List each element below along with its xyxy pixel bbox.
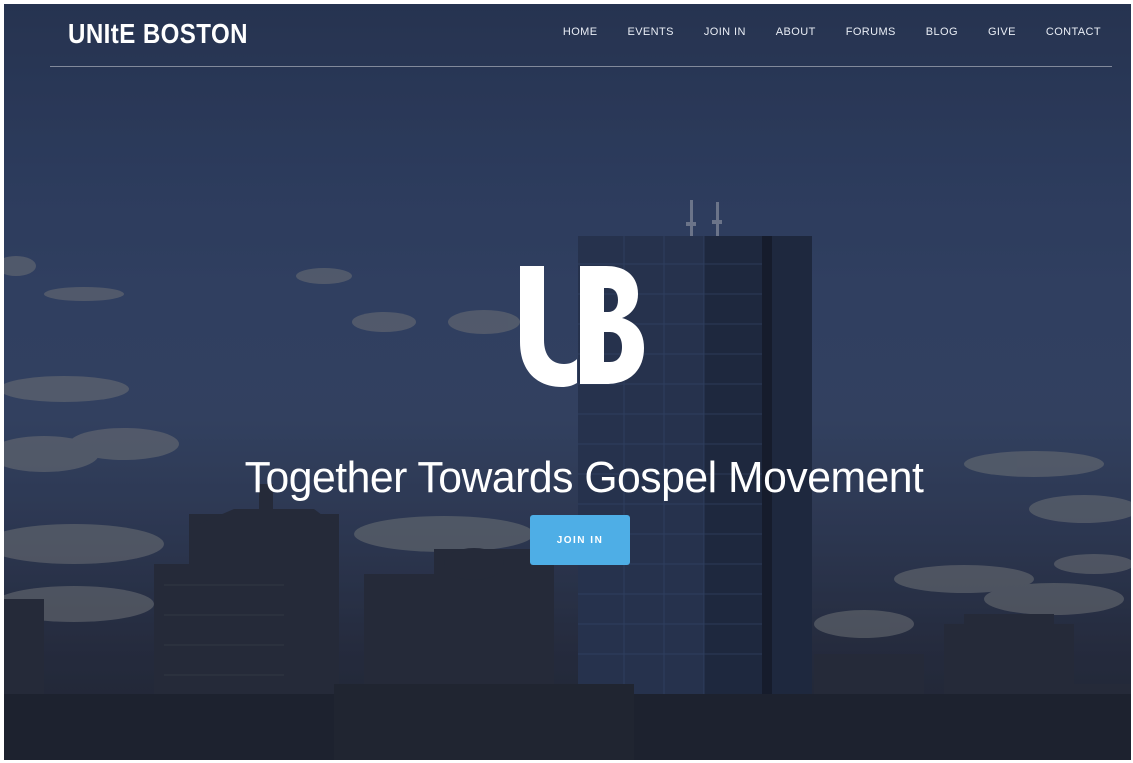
nav-item-blog[interactable]: BLOG (926, 26, 958, 38)
join-in-button[interactable]: JOIN IN (530, 515, 630, 565)
main-nav: HOME EVENTS JOIN IN ABOUT FORUMS BLOG GI… (563, 26, 1101, 38)
nav-item-events[interactable]: EVENTS (627, 26, 673, 38)
nav-item-contact[interactable]: CONTACT (1046, 26, 1101, 38)
nav-item-home[interactable]: HOME (563, 26, 598, 38)
hero-tagline: Together Towards Gospel Movement (244, 453, 924, 503)
site-logo-wordmark[interactable]: UNItE BOSTON (68, 18, 248, 50)
nav-item-give[interactable]: GIVE (988, 26, 1016, 38)
hero-section: UNItE BOSTON HOME EVENTS JOIN IN ABOUT F… (4, 4, 1131, 760)
nav-item-about[interactable]: ABOUT (776, 26, 816, 38)
nav-item-forums[interactable]: FORUMS (846, 26, 896, 38)
ub-logo-mark: UB (520, 266, 644, 387)
nav-item-join-in[interactable]: JOIN IN (704, 26, 746, 38)
header-divider (50, 66, 1112, 67)
page-frame: UNItE BOSTON HOME EVENTS JOIN IN ABOUT F… (0, 0, 1133, 763)
